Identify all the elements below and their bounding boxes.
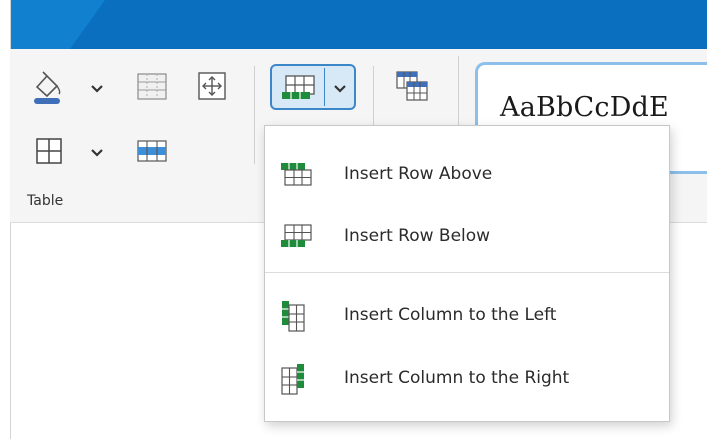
chevron-down-icon[interactable] <box>90 84 104 94</box>
style-preview-text: AaBbCcDdE <box>500 92 669 123</box>
insert-dropdown-menu: Insert Row Above Insert Row Below Insert… <box>264 125 670 422</box>
menu-item-insert-row-above[interactable]: Insert Row Above <box>265 146 669 202</box>
insert-row-above-icon <box>281 163 312 186</box>
title-bar <box>10 0 707 49</box>
insert-column-right-icon <box>281 364 304 395</box>
ribbon-separator <box>254 66 255 164</box>
borders-icon[interactable] <box>34 136 64 166</box>
menu-separator <box>265 272 669 273</box>
menu-item-insert-column-right[interactable]: Insert Column to the Right <box>265 350 669 406</box>
table-styles-icon[interactable] <box>395 70 431 104</box>
shading-icon[interactable] <box>30 70 64 106</box>
chevron-down-icon[interactable] <box>333 84 347 94</box>
table-grid-icon[interactable] <box>136 72 168 102</box>
menu-item-insert-column-left[interactable]: Insert Column to the Left <box>265 287 669 343</box>
menu-item-insert-row-below[interactable]: Insert Row Below <box>265 208 669 264</box>
chevron-down-icon[interactable] <box>90 148 104 158</box>
table-columns-icon[interactable] <box>136 138 168 164</box>
title-bar-band <box>10 0 70 49</box>
split-divider <box>324 68 325 106</box>
move-icon[interactable] <box>196 70 228 102</box>
title-bar-highlight <box>70 0 105 49</box>
group-label-table: Table <box>27 193 64 209</box>
menu-item-label: Insert Column to the Left <box>344 305 557 325</box>
menu-item-label: Insert Row Below <box>344 226 491 246</box>
insert-row-below-icon <box>281 224 312 247</box>
insert-column-left-icon <box>282 301 305 332</box>
menu-item-label: Insert Column to the Right <box>344 368 570 388</box>
insert-table-icon[interactable] <box>280 72 320 104</box>
menu-item-label: Insert Row Above <box>344 164 493 184</box>
